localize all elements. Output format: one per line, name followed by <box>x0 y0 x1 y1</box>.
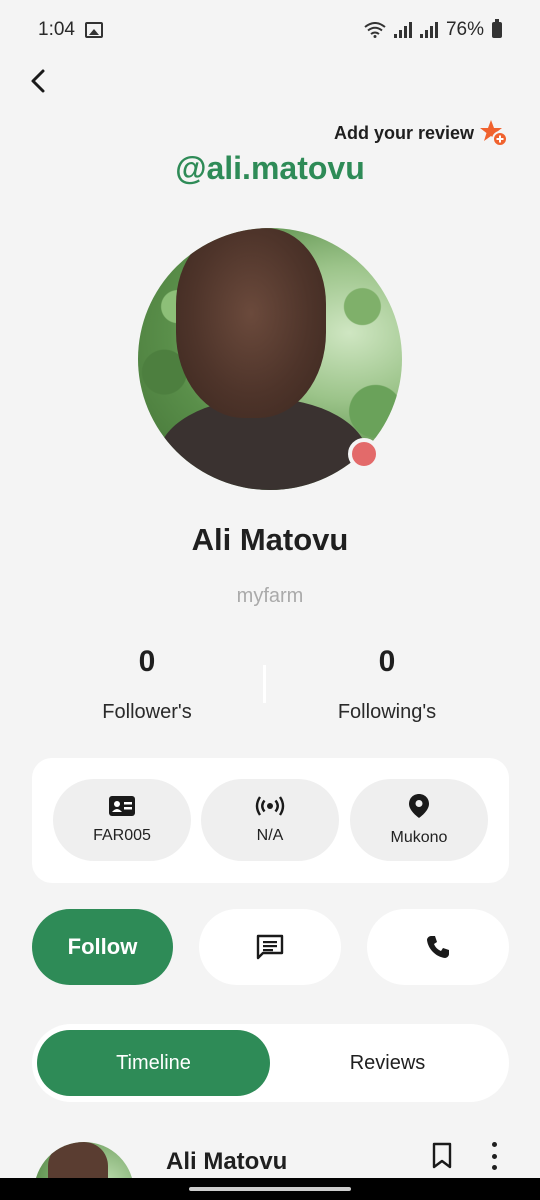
following-label: Following's <box>337 701 437 723</box>
signal-icon-2 <box>419 22 438 38</box>
tab-timeline[interactable]: Timeline <box>37 1030 270 1096</box>
message-icon <box>256 934 284 960</box>
battery-percent: 76% <box>445 19 484 40</box>
more-dot <box>491 1142 497 1147</box>
post-author-name: Ali Matovu <box>166 1148 288 1175</box>
clock: 1:04 <box>38 19 75 40</box>
location-label: Mukono <box>390 829 448 846</box>
more-dot <box>491 1153 497 1159</box>
profile-name: Ali Matovu <box>191 522 349 557</box>
home-handle[interactable] <box>189 1187 351 1191</box>
following-stat[interactable]: 0 Following's <box>287 645 487 724</box>
follow-label: Follow <box>67 934 138 959</box>
status-bar: 1:04 76% <box>0 0 540 60</box>
tab-timeline-label: Timeline <box>116 1051 191 1074</box>
follow-button[interactable]: Follow <box>32 909 173 985</box>
location-pin-icon <box>409 794 429 818</box>
broadcast-chip[interactable]: N/A <box>201 779 339 861</box>
followers-label: Follower's <box>102 701 192 723</box>
more-options-button[interactable] <box>484 1142 504 1170</box>
stats-divider <box>263 665 266 703</box>
followers-stat[interactable]: 0 Follower's <box>47 645 247 724</box>
message-button[interactable] <box>199 909 341 985</box>
farmer-id-chip[interactable]: FAR005 <box>53 779 191 861</box>
signal-icon <box>393 22 412 38</box>
location-chip[interactable]: Mukono <box>350 779 488 861</box>
broadcast-icon <box>255 796 285 816</box>
profile-handle: @ali.matovu <box>175 150 365 186</box>
following-count: 0 <box>378 645 396 678</box>
info-card: FAR005 N/A Mukono <box>32 758 509 883</box>
more-dot <box>491 1165 497 1170</box>
id-card-icon <box>109 796 135 816</box>
broadcast-label: N/A <box>256 827 284 844</box>
status-left: 1:04 <box>38 19 103 41</box>
wifi-icon <box>364 22 386 38</box>
profile-avatar-container[interactable] <box>138 228 402 490</box>
profile-tabs: Timeline Reviews <box>32 1024 509 1102</box>
tab-reviews-label: Reviews <box>349 1051 426 1074</box>
status-right: 76% <box>364 19 502 41</box>
phone-icon <box>427 936 449 958</box>
image-notification-icon <box>84 22 103 38</box>
bookmark-button[interactable] <box>430 1142 454 1170</box>
profile-subtitle: myfarm <box>236 585 304 607</box>
bookmark-icon <box>432 1142 452 1169</box>
farmer-id-label: FAR005 <box>93 827 151 844</box>
followers-count: 0 <box>138 645 156 678</box>
add-review-button[interactable]: Add your review <box>334 118 508 148</box>
call-button[interactable] <box>367 909 509 985</box>
avatar-face <box>176 228 326 418</box>
battery-icon <box>492 19 502 38</box>
back-arrow-icon <box>31 69 45 93</box>
system-nav-bar <box>0 1178 540 1200</box>
status-dot <box>348 438 380 470</box>
back-button[interactable] <box>24 64 54 98</box>
tab-reviews[interactable]: Reviews <box>271 1030 504 1096</box>
star-add-icon <box>480 120 508 147</box>
add-review-label: Add your review <box>333 122 474 143</box>
